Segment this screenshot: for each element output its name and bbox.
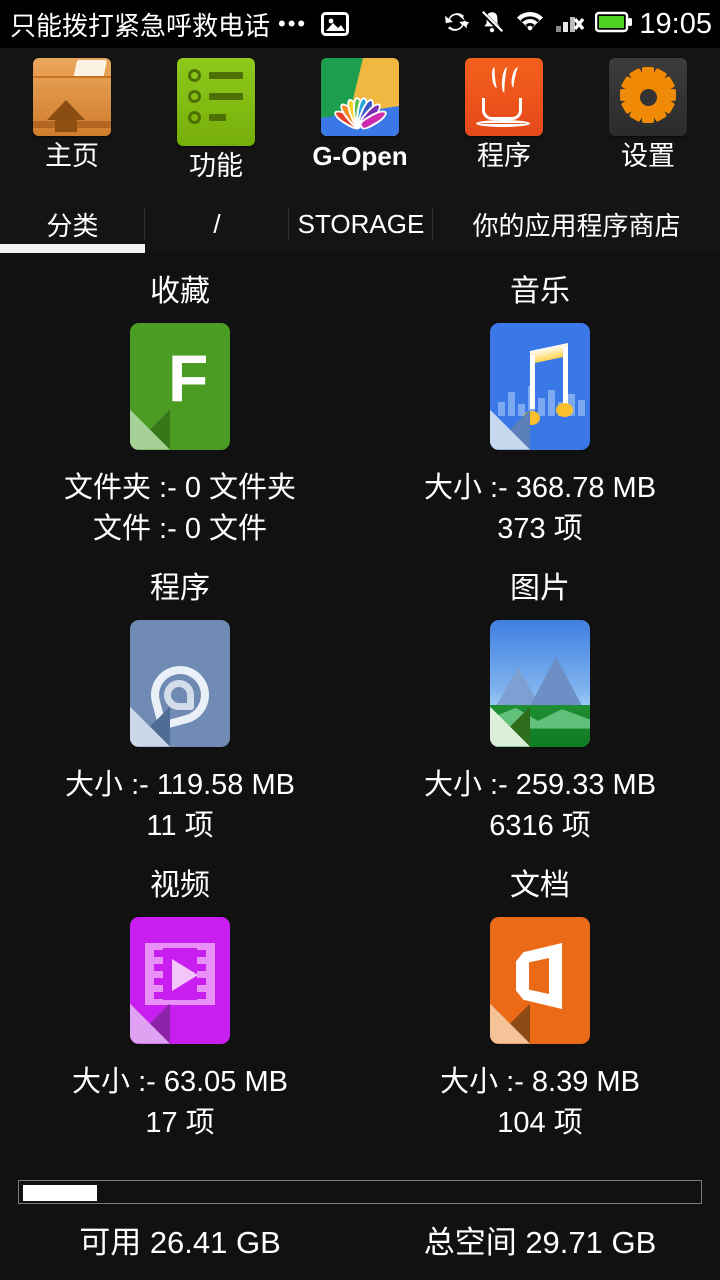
app-screen: 只能拨打紧急呼救电话 ••• 19:05 主页 功能 G-Open 程序 设置 … bbox=[0, 0, 720, 1280]
category-line-2: 373 项 bbox=[497, 512, 583, 545]
category-card-video[interactable]: 视频 大小 :- 63.05 MB 17 项 bbox=[0, 847, 360, 1144]
category-title: 视频 bbox=[150, 869, 210, 902]
image-icon bbox=[321, 12, 350, 36]
category-title: 程序 bbox=[150, 572, 210, 605]
carrier-text: 只能拨打紧急呼救电话 bbox=[10, 10, 271, 41]
selected-tab-indicator bbox=[0, 244, 145, 253]
category-line-1: 大小 :- 63.05 MB bbox=[72, 1065, 288, 1098]
category-line-2: 17 项 bbox=[145, 1106, 215, 1139]
subtab-storage[interactable]: STORAGE bbox=[289, 196, 433, 253]
wifi-icon bbox=[515, 10, 545, 39]
apps-file-icon bbox=[130, 620, 230, 747]
tab-settings[interactable]: 设置 bbox=[576, 48, 720, 196]
tab-gopen[interactable]: G-Open bbox=[288, 48, 432, 196]
storage-free-label: 可用 26.41 GB bbox=[79, 1225, 281, 1260]
storage-total-label: 总空间 29.71 GB bbox=[423, 1225, 657, 1260]
subtab-path-label: / bbox=[213, 209, 221, 239]
category-card-documents[interactable]: 文档 大小 :- 8.39 MB 104 项 bbox=[360, 847, 720, 1144]
status-bar: 只能拨打紧急呼救电话 ••• 19:05 bbox=[0, 0, 720, 48]
category-title: 文档 bbox=[510, 869, 570, 902]
subtab-path[interactable]: / bbox=[145, 196, 289, 253]
images-file-icon bbox=[490, 620, 590, 747]
documents-file-icon bbox=[490, 917, 590, 1044]
category-line-2: 104 项 bbox=[497, 1106, 583, 1139]
category-card-favorites[interactable]: 收藏 F 文件夹 :- 0 文件夹 文件 :- 0 文件 bbox=[0, 253, 360, 550]
status-icon-group bbox=[443, 9, 633, 40]
category-card-music[interactable]: 音乐 大小 :- 368.78 MB 373 项 bbox=[360, 253, 720, 550]
tab-settings-label: 设置 bbox=[621, 141, 675, 171]
video-file-icon bbox=[130, 917, 230, 1044]
tab-functions[interactable]: 功能 bbox=[144, 48, 288, 196]
battery-icon bbox=[595, 11, 633, 38]
green-list-icon bbox=[177, 58, 255, 146]
storage-footer: 可用 26.41 GB 总空间 29.71 GB bbox=[0, 1161, 720, 1280]
tab-home-label: 主页 bbox=[45, 141, 99, 171]
category-grid: 收藏 F 文件夹 :- 0 文件夹 文件 :- 0 文件 音乐 大小:- 36… bbox=[0, 253, 720, 1144]
category-card-images[interactable]: 图片 大小 :- 259.33 MB 6316 项 bbox=[360, 550, 720, 847]
category-title: 音乐 bbox=[510, 275, 570, 308]
category-line-2: 文件 :- 0 文件 bbox=[92, 512, 267, 545]
storage-progress-fill bbox=[23, 1185, 98, 1201]
lotus-icon bbox=[321, 58, 399, 136]
subtab-storage-label: STORAGE bbox=[297, 209, 425, 239]
signal-no-service-icon bbox=[555, 10, 585, 39]
overflow-dots-icon: ••• bbox=[278, 11, 308, 36]
category-title: 收藏 bbox=[150, 275, 210, 308]
tab-icon-row: 主页 功能 G-Open 程序 设置 bbox=[0, 48, 720, 196]
java-icon bbox=[465, 58, 543, 136]
bell-muted-icon bbox=[479, 9, 505, 40]
storage-progress-bar bbox=[18, 1180, 702, 1204]
top-tab-bar: 主页 功能 G-Open 程序 设置 分类 / STORAGE 你的应用程序商店 bbox=[0, 48, 720, 253]
category-line-1: 大小 :- 8.39 MB bbox=[440, 1065, 640, 1098]
category-line-1: 大小 :- 119.58 MB bbox=[65, 768, 295, 801]
category-line-1: 大小 :- 368.78 MB bbox=[423, 471, 657, 504]
category-line-1: 大小 :- 259.33 MB bbox=[423, 768, 657, 801]
favorites-file-icon: F bbox=[130, 323, 230, 450]
category-title: 图片 bbox=[510, 572, 570, 605]
subtab-appstore-label: 你的应用程序商店 bbox=[472, 211, 681, 241]
subtab-appstore[interactable]: 你的应用程序商店 bbox=[433, 196, 720, 253]
home-folder-icon bbox=[33, 58, 111, 136]
storage-labels: 可用 26.41 GB 总空间 29.71 GB bbox=[0, 1217, 720, 1262]
tab-programs-label: 程序 bbox=[477, 141, 531, 171]
category-line-2: 11 项 bbox=[146, 809, 214, 842]
gear-icon bbox=[609, 58, 687, 136]
subtab-categories-label: 分类 bbox=[46, 211, 99, 241]
category-line-1: 文件夹 :- 0 文件夹 bbox=[63, 471, 296, 504]
category-grid-scroll[interactable]: 收藏 F 文件夹 :- 0 文件夹 文件 :- 0 文件 音乐 大小:- 36… bbox=[0, 253, 720, 1161]
sync-icon bbox=[443, 9, 470, 40]
tab-gopen-label: G-Open bbox=[312, 141, 408, 171]
tab-programs[interactable]: 程序 bbox=[432, 48, 576, 196]
clock: 19:05 bbox=[639, 7, 712, 40]
category-card-apps[interactable]: 程序 大小 :- 119.58 MB 11 项 bbox=[0, 550, 360, 847]
tab-functions-label: 功能 bbox=[189, 151, 243, 181]
tab-home[interactable]: 主页 bbox=[0, 48, 144, 196]
category-line-2: 6316 项 bbox=[489, 809, 591, 842]
music-file-icon bbox=[490, 323, 590, 450]
